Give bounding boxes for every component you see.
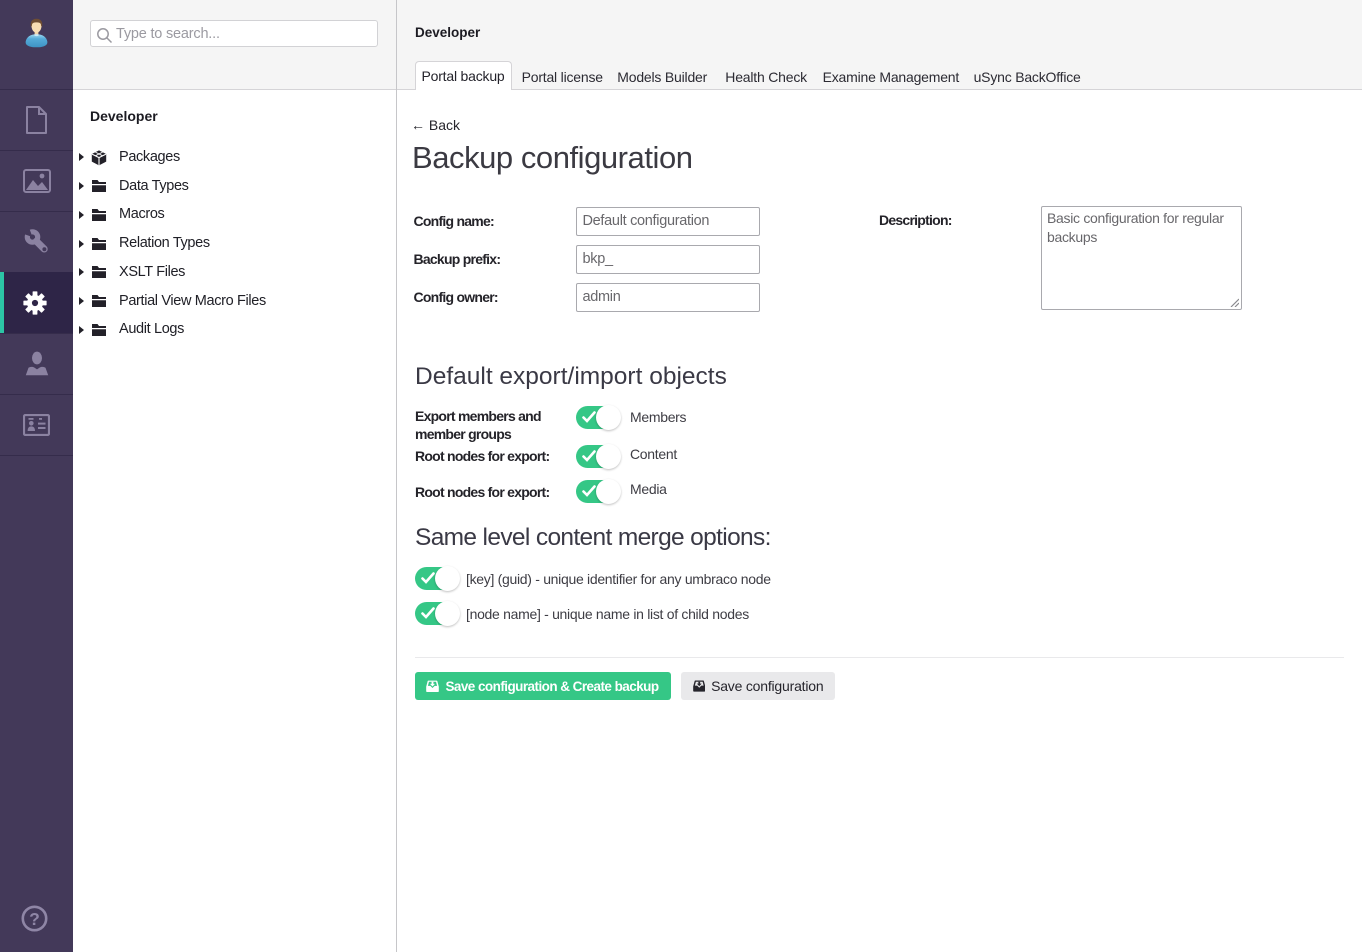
svg-text:?: ? (29, 908, 40, 928)
